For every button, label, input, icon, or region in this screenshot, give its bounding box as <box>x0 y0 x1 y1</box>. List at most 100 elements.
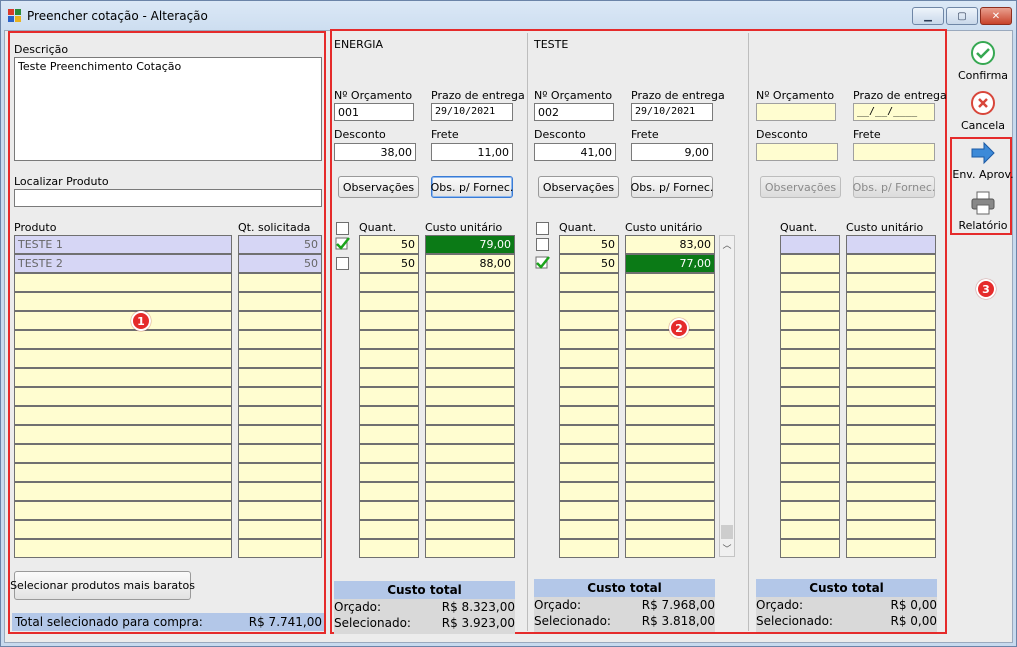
row-checkbox[interactable] <box>536 238 549 251</box>
table-cell-quant[interactable] <box>559 273 619 292</box>
table-cell-quant[interactable] <box>780 444 840 463</box>
table-cell-quant[interactable] <box>359 539 419 558</box>
table-cell-produto[interactable] <box>14 273 232 292</box>
table-cell-qt[interactable] <box>238 349 322 368</box>
table-cell-produto[interactable] <box>14 520 232 539</box>
table-cell-qt[interactable] <box>238 311 322 330</box>
table-cell-quant[interactable] <box>559 406 619 425</box>
scroll-up-icon[interactable]: ︿ <box>720 238 734 251</box>
table-cell-custo[interactable] <box>425 311 515 330</box>
table-cell-quant[interactable] <box>559 463 619 482</box>
table-cell-produto[interactable] <box>14 387 232 406</box>
table-cell-quant[interactable] <box>359 387 419 406</box>
table-cell-produto[interactable] <box>14 425 232 444</box>
table-cell-quant[interactable] <box>559 425 619 444</box>
desconto-input[interactable] <box>756 143 838 161</box>
table-cell-qt[interactable]: 50 <box>238 254 322 273</box>
table-cell-custo[interactable] <box>425 387 515 406</box>
table-cell-qt[interactable] <box>238 368 322 387</box>
env-aprov-button[interactable]: Env. Aprov. <box>948 141 1017 181</box>
table-cell-custo[interactable]: 83,00 <box>625 235 715 254</box>
table-cell-quant[interactable] <box>559 368 619 387</box>
table-cell-qt[interactable] <box>238 425 322 444</box>
table-cell-qt[interactable] <box>238 463 322 482</box>
table-cell-custo[interactable] <box>425 501 515 520</box>
table-cell-produto[interactable] <box>14 406 232 425</box>
table-cell-quant[interactable] <box>559 349 619 368</box>
table-cell-qt[interactable] <box>238 444 322 463</box>
desconto-input[interactable]: 38,00 <box>334 143 416 161</box>
table-cell-quant[interactable] <box>359 520 419 539</box>
table-cell-custo[interactable] <box>625 539 715 558</box>
close-button[interactable]: ✕ <box>980 7 1012 25</box>
table-cell-produto[interactable] <box>14 311 232 330</box>
table-cell-custo[interactable] <box>846 273 936 292</box>
select-all-checkbox[interactable] <box>536 222 549 235</box>
table-cell-custo[interactable] <box>846 444 936 463</box>
table-cell-custo[interactable] <box>425 330 515 349</box>
frete-input[interactable]: 9,00 <box>631 143 713 161</box>
relatorio-button[interactable]: Relatório <box>948 190 1017 232</box>
checked-icon[interactable] <box>335 237 351 251</box>
table-cell-quant[interactable] <box>559 311 619 330</box>
table-cell-quant[interactable] <box>359 292 419 311</box>
confirma-button[interactable]: Confirma <box>948 40 1017 82</box>
select-cheapest-button[interactable]: Selecionar produtos mais baratos <box>10 571 195 600</box>
table-cell-custo[interactable] <box>846 539 936 558</box>
table-cell-qt[interactable] <box>238 387 322 406</box>
table-cell-custo[interactable] <box>425 482 515 501</box>
prazo-input[interactable]: __/__/____ <box>853 103 935 121</box>
select-all-checkbox[interactable] <box>336 222 349 235</box>
table-cell-custo[interactable] <box>846 425 936 444</box>
table-cell-custo[interactable] <box>846 349 936 368</box>
table-cell-quant[interactable] <box>780 539 840 558</box>
table-cell-custo[interactable] <box>625 444 715 463</box>
table-cell-qt[interactable] <box>238 292 322 311</box>
table-cell-custo[interactable] <box>625 292 715 311</box>
table-cell-qt[interactable] <box>238 330 322 349</box>
observacoes-button[interactable]: Observações <box>538 176 619 198</box>
prazo-input[interactable]: 29/10/2021 <box>631 103 713 121</box>
observacoes-button[interactable]: Observações <box>338 176 419 198</box>
table-cell-quant[interactable] <box>359 444 419 463</box>
table-cell-custo[interactable] <box>846 520 936 539</box>
table-cell-qt[interactable] <box>238 406 322 425</box>
table-cell-produto[interactable] <box>14 463 232 482</box>
table-cell-produto[interactable] <box>14 292 232 311</box>
table-cell-custo[interactable] <box>425 292 515 311</box>
table-cell-quant[interactable]: 50 <box>559 254 619 273</box>
table-cell-produto[interactable]: TESTE 1 <box>14 235 232 254</box>
table-cell-produto[interactable] <box>14 501 232 520</box>
table-cell-custo[interactable] <box>846 368 936 387</box>
orcamento-input[interactable]: 002 <box>534 103 614 121</box>
table-cell-quant[interactable] <box>780 463 840 482</box>
table-cell-quant[interactable] <box>359 273 419 292</box>
table-cell-quant[interactable] <box>780 235 840 254</box>
table-cell-produto[interactable] <box>14 349 232 368</box>
table-cell-custo[interactable] <box>846 463 936 482</box>
table-cell-quant[interactable] <box>780 520 840 539</box>
table-cell-custo[interactable] <box>425 520 515 539</box>
table-cell-quant[interactable]: 50 <box>359 235 419 254</box>
table-cell-custo[interactable] <box>625 349 715 368</box>
localizar-input[interactable] <box>14 189 322 207</box>
table-cell-custo[interactable] <box>846 254 936 273</box>
obs-fornec-button[interactable]: Obs. p/ Fornec. <box>853 176 935 198</box>
minimize-button[interactable]: ▁ <box>912 7 944 25</box>
table-cell-quant[interactable] <box>359 501 419 520</box>
maximize-button[interactable]: ▢ <box>946 7 978 25</box>
frete-input[interactable]: 11,00 <box>431 143 513 161</box>
table-cell-quant[interactable] <box>559 539 619 558</box>
table-cell-custo[interactable]: 79,00 <box>425 235 515 254</box>
table-cell-quant[interactable] <box>780 292 840 311</box>
orcamento-input[interactable]: 001 <box>334 103 414 121</box>
table-cell-custo[interactable]: 88,00 <box>425 254 515 273</box>
table-cell-custo[interactable] <box>625 463 715 482</box>
table-cell-quant[interactable] <box>559 330 619 349</box>
table-cell-quant[interactable] <box>359 330 419 349</box>
table-cell-quant[interactable] <box>359 406 419 425</box>
table-cell-quant[interactable] <box>359 311 419 330</box>
table-cell-quant[interactable] <box>359 463 419 482</box>
table-cell-quant[interactable] <box>359 349 419 368</box>
table-cell-quant[interactable] <box>780 349 840 368</box>
